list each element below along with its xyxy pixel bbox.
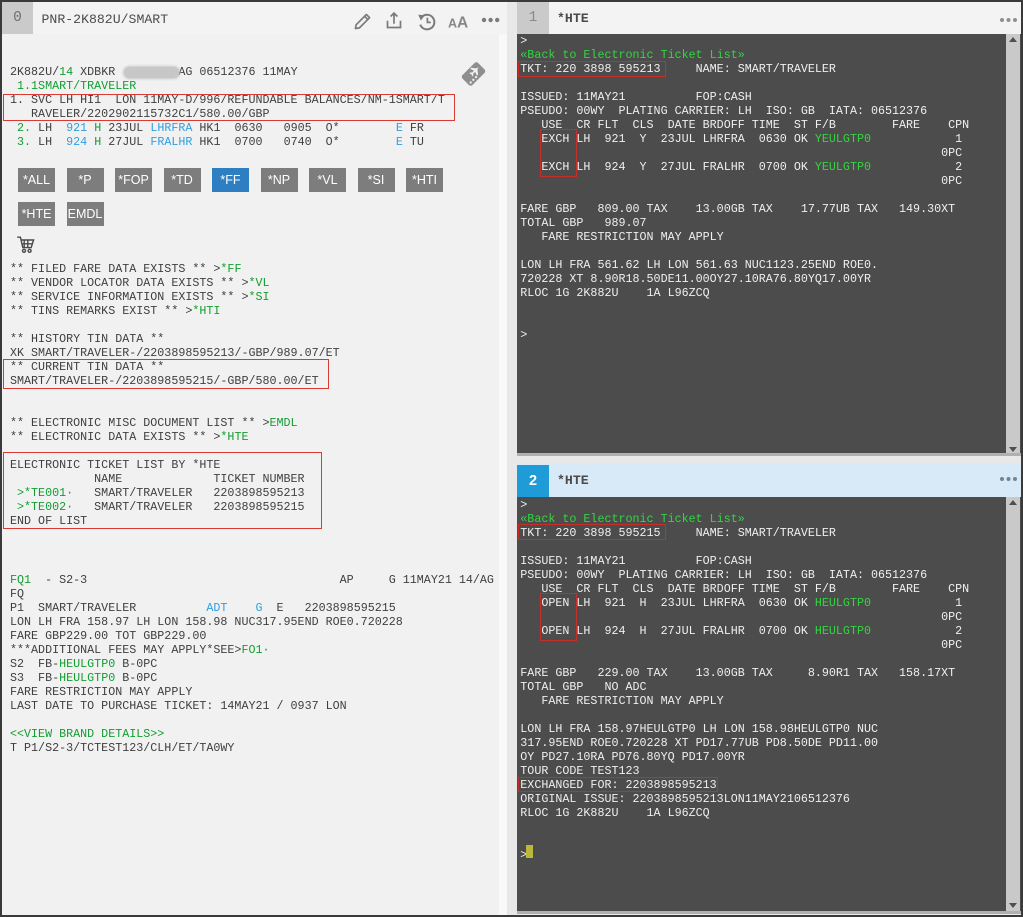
svg-text:A: A (448, 16, 457, 30)
svg-text:A: A (457, 14, 468, 31)
